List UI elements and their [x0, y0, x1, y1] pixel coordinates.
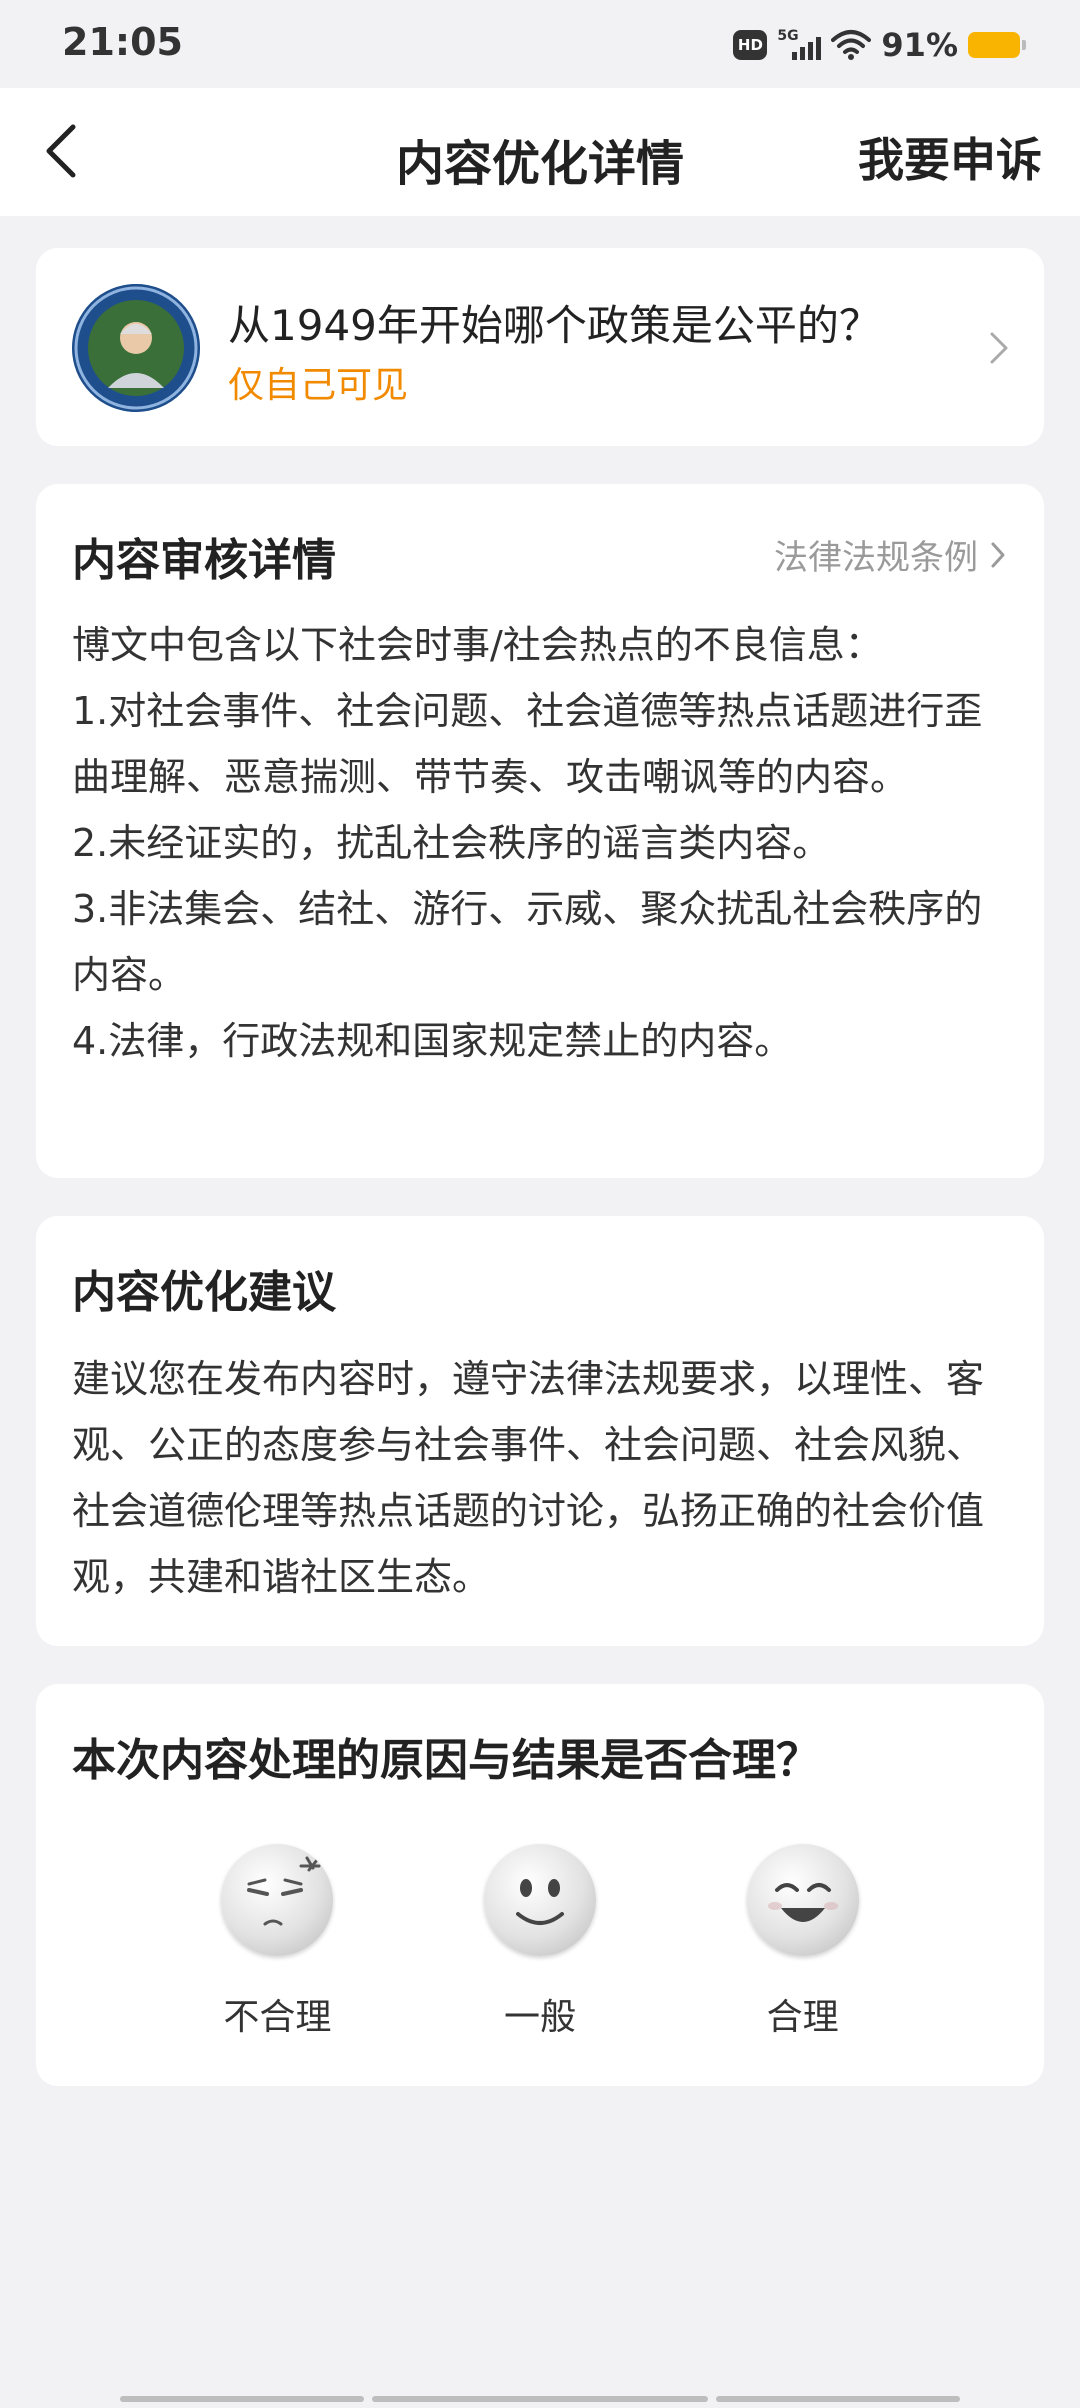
status-bar: 21:05 HD 5G 91% [0, 0, 1080, 88]
signal-icon: 5G [777, 28, 822, 62]
rating-label: 不合理 [223, 1997, 332, 2038]
review-paragraph: 博文中包含以下社会时事/社会热点的不良信息： [72, 623, 883, 667]
avatar [72, 284, 200, 412]
gesture-bar [716, 2396, 960, 2402]
review-heading: 内容审核详情 [72, 535, 336, 586]
optimization-advice-card: 内容优化建议 建议您在发布内容时，遵守法律法规要求，以理性、客观、公正的态度参与… [36, 1216, 1044, 1646]
chevron-right-icon [990, 332, 1008, 364]
battery-percent: 91% [881, 26, 958, 64]
review-paragraph: 1.对社会事件、社会问题、社会道德等热点话题进行歪曲理解、恶意揣测、带节奏、攻击… [72, 689, 983, 799]
gesture-bar [372, 2396, 708, 2402]
neutral-face-icon [483, 1844, 596, 1956]
advice-body: 建议您在发布内容时，遵守法律法规要求，以理性、客观、公正的态度参与社会事件、社会… [72, 1357, 985, 1599]
appeal-button[interactable]: 我要申诉 [858, 124, 1042, 190]
review-paragraph: 3.非法集会、结社、游行、示威、聚众扰乱社会秩序的内容。 [72, 887, 983, 997]
rating-label: 一般 [503, 1997, 576, 2038]
status-indicators: HD 5G 91% [733, 22, 1026, 68]
review-details-card: 内容审核详情 法律法规条例 博文中包含以下社会时事/社会热点的不良信息： 1.对… [36, 484, 1044, 1178]
review-paragraph: 2.未经证实的，扰乱社会秩序的谣言类内容。 [72, 821, 831, 865]
status-time: 21:05 [62, 20, 183, 64]
annoyed-face-icon [221, 1844, 334, 1956]
rating-card: 本次内容处理的原因与结果是否合理？ 不合理 一般 合理 [36, 1684, 1044, 2086]
rating-label: 合理 [766, 1997, 839, 2038]
review-paragraph: 4.法律，行政法规和国家规定禁止的内容。 [72, 1019, 793, 1063]
screen: 21:05 HD 5G 91% 内容优化详情 我要申诉 从1949年开始哪个政策… [0, 0, 1080, 2408]
post-card[interactable]: 从1949年开始哪个政策是公平的？ 仅自己可见 [36, 248, 1044, 446]
visibility-label: 仅自己可见 [228, 365, 409, 406]
review-body: 博文中包含以下社会时事/社会热点的不良信息： 1.对社会事件、社会问题、社会道德… [72, 612, 1008, 1074]
battery-icon [968, 32, 1026, 58]
hd-icon: HD [733, 30, 768, 60]
advice-heading: 内容优化建议 [72, 1267, 336, 1318]
nav-header: 内容优化详情 我要申诉 [0, 88, 1080, 216]
avatar-image [72, 284, 200, 412]
law-link-label: 法律法规条例 [774, 538, 978, 578]
chevron-right-icon [991, 542, 1005, 567]
wifi-icon [831, 30, 872, 60]
happy-face-icon [746, 1844, 859, 1956]
post-title: 从1949年开始哪个政策是公平的？ [228, 301, 881, 350]
rating-option-neutral[interactable]: 一般 [460, 1844, 620, 2040]
gesture-bar [120, 2396, 364, 2402]
rating-options: 不合理 一般 合理 [36, 1844, 1044, 2040]
rating-option-unreasonable[interactable]: 不合理 [197, 1844, 357, 2040]
rating-option-reasonable[interactable]: 合理 [723, 1844, 883, 2040]
law-regulations-link[interactable]: 法律法规条例 [774, 530, 1008, 579]
rating-question: 本次内容处理的原因与结果是否合理？ [72, 1735, 820, 1786]
